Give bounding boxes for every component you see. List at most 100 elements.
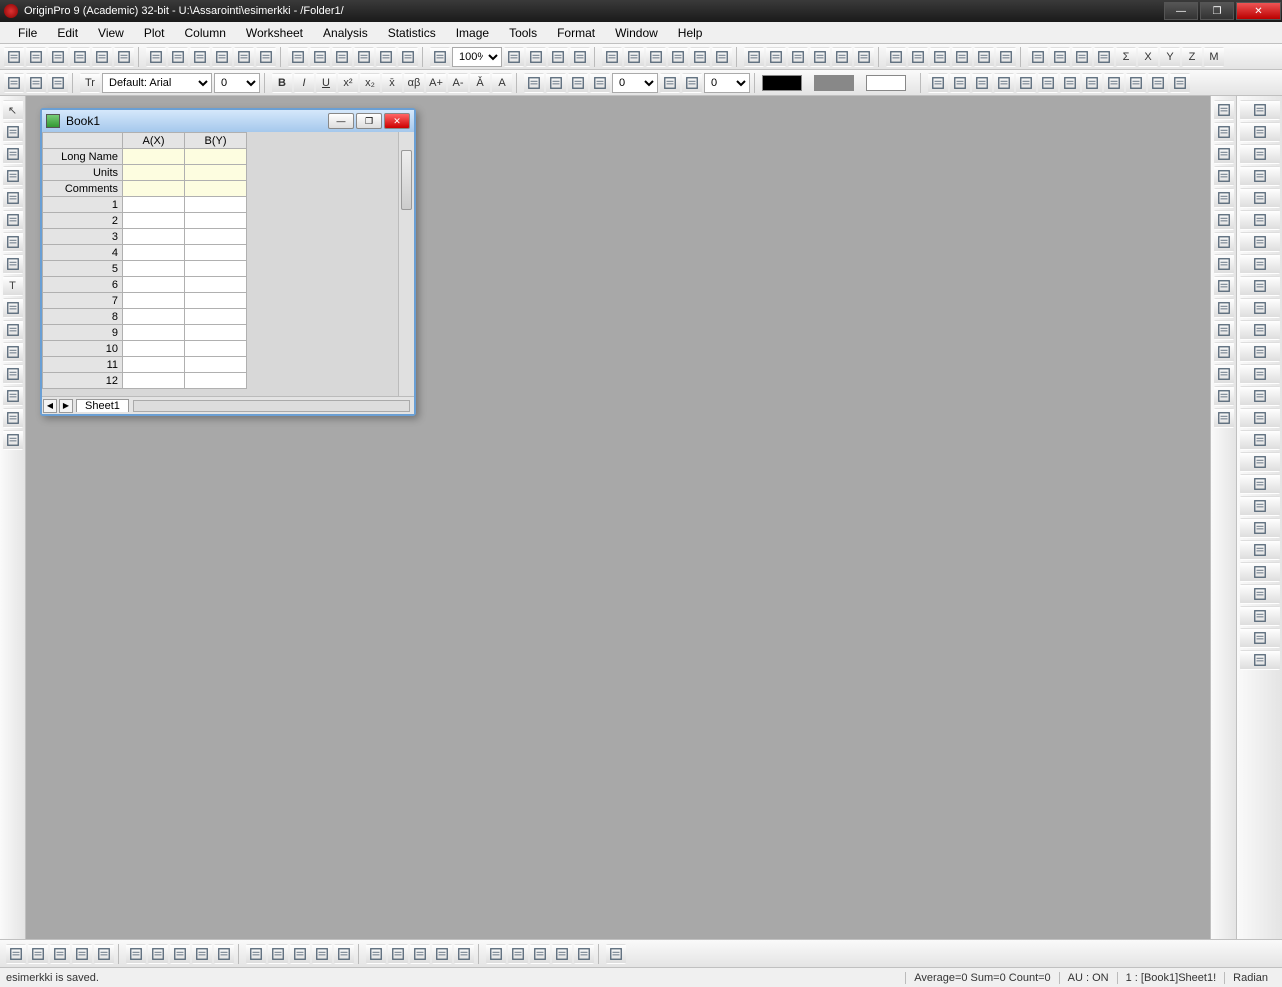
axis3-button[interactable] <box>1214 254 1234 274</box>
menu-plot[interactable]: Plot <box>134 24 175 42</box>
layer2-button[interactable] <box>1214 122 1234 142</box>
row-header-4[interactable]: 4 <box>43 245 123 261</box>
gadget-button[interactable] <box>570 47 590 67</box>
p10-button[interactable] <box>1240 298 1280 318</box>
ruler2-tool[interactable] <box>3 430 23 450</box>
column-header-B(Y)[interactable]: B(Y) <box>185 133 247 149</box>
font-combo[interactable]: Default: Arial <box>102 73 212 93</box>
cell[interactable] <box>185 261 247 277</box>
mask2-button[interactable] <box>690 47 710 67</box>
find-button[interactable] <box>1094 47 1114 67</box>
pan-tool[interactable] <box>3 144 23 164</box>
p15-button[interactable] <box>1240 408 1280 428</box>
refresh-button[interactable] <box>430 47 450 67</box>
format-A--button[interactable]: A- <box>448 73 468 93</box>
cell[interactable] <box>123 261 185 277</box>
settings-button[interactable] <box>788 47 808 67</box>
plot-line-button[interactable] <box>6 944 26 964</box>
row-header-7[interactable]: 7 <box>43 293 123 309</box>
style-btn-1[interactable] <box>546 73 566 93</box>
sheet-nav-next[interactable]: ▶ <box>59 399 73 413</box>
p3-button[interactable] <box>1240 144 1280 164</box>
misc-btn-8[interactable] <box>1104 73 1124 93</box>
style-btn-0[interactable] <box>524 73 544 93</box>
corner-cell[interactable] <box>43 133 123 149</box>
region-tool[interactable] <box>3 210 23 230</box>
text-tool[interactable]: T <box>3 276 23 296</box>
workbook-maximize-button[interactable]: ❐ <box>356 113 382 129</box>
pointer-tool[interactable]: ↖ <box>3 100 23 120</box>
worksheet-grid[interactable]: A(X)B(Y)Long NameUnitsComments1234567891… <box>42 132 247 389</box>
filter2-button[interactable] <box>1072 47 1092 67</box>
peak-button[interactable] <box>996 47 1016 67</box>
line-tool[interactable] <box>3 320 23 340</box>
format-x̄-button[interactable]: x̄ <box>382 73 402 93</box>
zoom-tool[interactable] <box>3 122 23 142</box>
screen-button[interactable] <box>624 47 644 67</box>
cell[interactable] <box>185 341 247 357</box>
roi-tool[interactable] <box>3 254 23 274</box>
axis1-button[interactable] <box>1214 210 1234 230</box>
cursor-tool[interactable] <box>3 188 23 208</box>
format-A-button[interactable]: A <box>492 73 512 93</box>
cell[interactable] <box>185 325 247 341</box>
tool-X[interactable]: X <box>1138 47 1158 67</box>
cell[interactable] <box>185 181 247 197</box>
misc-btn-6[interactable] <box>1060 73 1080 93</box>
import-button[interactable] <box>234 47 254 67</box>
plot-stacked-button[interactable] <box>126 944 146 964</box>
row-header-11[interactable]: 11 <box>43 357 123 373</box>
poly2-tool[interactable] <box>3 386 23 406</box>
row-header-Comments[interactable]: Comments <box>43 181 123 197</box>
slide-button[interactable] <box>526 47 546 67</box>
notes-button[interactable] <box>212 47 232 67</box>
p16-button[interactable] <box>1240 430 1280 450</box>
ellipse-tool[interactable] <box>3 364 23 384</box>
marker-btn-1[interactable] <box>682 73 702 93</box>
style-btn-2[interactable] <box>568 73 588 93</box>
plot-t10-button[interactable] <box>530 944 550 964</box>
excel-button[interactable] <box>114 47 134 67</box>
misc-btn-5[interactable] <box>1038 73 1058 93</box>
grid2-button[interactable] <box>1214 408 1234 428</box>
workbook-close-button[interactable]: ✕ <box>384 113 410 129</box>
clock-button[interactable] <box>1214 364 1234 384</box>
row-header-12[interactable]: 12 <box>43 373 123 389</box>
cell[interactable] <box>185 229 247 245</box>
p11-button[interactable] <box>1240 320 1280 340</box>
menu-help[interactable]: Help <box>668 24 713 42</box>
plot-t8-button[interactable] <box>486 944 506 964</box>
row-header-Units[interactable]: Units <box>43 165 123 181</box>
cell[interactable] <box>123 373 185 389</box>
close-button[interactable]: ✕ <box>1236 2 1281 20</box>
p24-button[interactable] <box>1240 606 1280 626</box>
zoom-combo[interactable]: 100% <box>452 47 502 67</box>
plot-t7-button[interactable] <box>454 944 474 964</box>
save-button[interactable] <box>48 47 68 67</box>
p12-button[interactable] <box>1240 342 1280 362</box>
maximize-button[interactable]: ❐ <box>1200 2 1234 20</box>
format-x²-button[interactable]: x² <box>338 73 358 93</box>
workbook-titlebar[interactable]: Book1 — ❐ ✕ <box>42 110 414 132</box>
ruler-button[interactable] <box>646 47 666 67</box>
p9-button[interactable] <box>1240 276 1280 296</box>
tool-M[interactable]: M <box>1204 47 1224 67</box>
plot-area-button[interactable] <box>170 944 190 964</box>
misc-btn-4[interactable] <box>1016 73 1036 93</box>
batch-button[interactable] <box>810 47 830 67</box>
new-button[interactable] <box>4 47 24 67</box>
cell[interactable] <box>123 213 185 229</box>
plot-t1-button[interactable] <box>312 944 332 964</box>
plot-column-button[interactable] <box>72 944 92 964</box>
format-Ǎ-button[interactable]: Ǎ <box>470 73 490 93</box>
format-I-button[interactable]: I <box>294 73 314 93</box>
axis2-button[interactable] <box>1214 232 1234 252</box>
cell[interactable] <box>185 213 247 229</box>
p17-button[interactable] <box>1240 452 1280 472</box>
column-header-A(X)[interactable]: A(X) <box>123 133 185 149</box>
pdf-button[interactable] <box>354 47 374 67</box>
plot-t4-button[interactable] <box>388 944 408 964</box>
p5-button[interactable] <box>1240 188 1280 208</box>
marker-size-combo[interactable]: 0 <box>704 73 750 93</box>
vertical-scrollbar[interactable] <box>398 132 414 396</box>
